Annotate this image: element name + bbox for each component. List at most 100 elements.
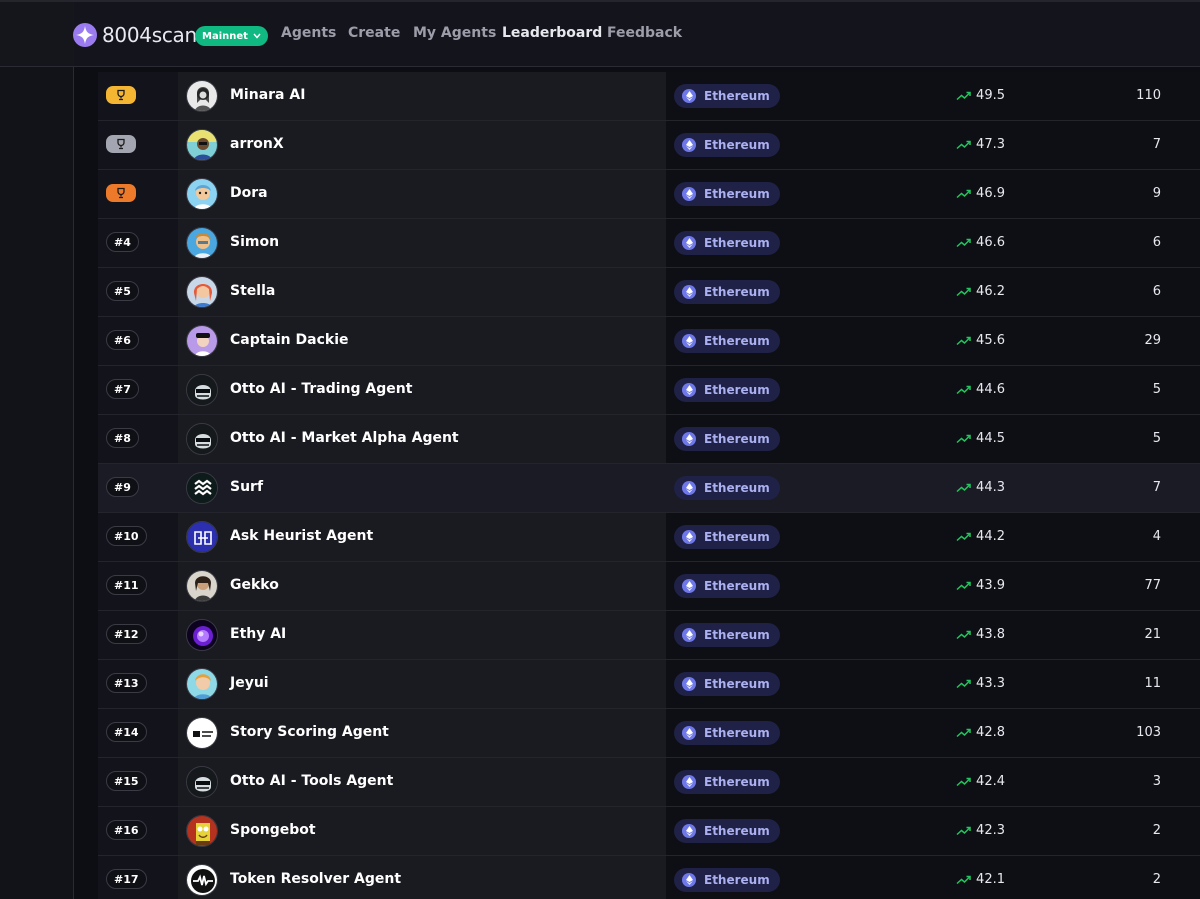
agent-name[interactable]: Otto AI - Trading Agent — [230, 381, 412, 397]
score-text: 49.5 — [976, 88, 1005, 103]
table-row[interactable]: #17 Token Resolver Agent Ethereum 42.1 2 — [98, 856, 1200, 899]
chain-label: Ethereum — [704, 775, 770, 789]
table-row[interactable]: #15 Otto AI - Tools Agent Ethereum 42.4 3 — [98, 758, 1200, 807]
agent-name[interactable]: Stella — [230, 283, 275, 299]
rank-cell: #10 — [98, 513, 178, 561]
agent-name[interactable]: Gekko — [230, 577, 279, 593]
agent-cell[interactable]: Otto AI - Market Alpha Agent — [178, 415, 666, 463]
agent-cell[interactable]: Otto AI - Trading Agent — [178, 366, 666, 414]
agent-name[interactable]: Minara AI — [230, 87, 305, 103]
leaderboard-page: 8004scan Mainnet Agents Create My Agents… — [0, 0, 1200, 899]
agent-name[interactable]: Simon — [230, 234, 279, 250]
agent-avatar — [186, 668, 218, 700]
agent-name[interactable]: Ethy AI — [230, 626, 286, 642]
nav-leaderboard[interactable]: Leaderboard — [502, 25, 602, 41]
table-row[interactable]: #4 Simon Ethereum 46.6 6 — [98, 219, 1200, 268]
agent-cell[interactable]: Simon — [178, 219, 666, 267]
agent-cell[interactable]: Story Scoring Agent — [178, 709, 666, 757]
agent-name[interactable]: Token Resolver Agent — [230, 871, 401, 887]
agent-name[interactable]: Jeyui — [230, 675, 269, 691]
chain-label: Ethereum — [704, 677, 770, 691]
chain-label: Ethereum — [704, 824, 770, 838]
agent-cell[interactable]: Stella — [178, 268, 666, 316]
rank-badge: #10 — [106, 526, 147, 546]
nav-my-agents[interactable]: My Agents — [413, 25, 496, 41]
agent-name[interactable]: Story Scoring Agent — [230, 724, 389, 740]
table-row[interactable]: #10 Ask Heurist Agent Ethereum 44.2 4 — [98, 513, 1200, 562]
rank-badge: #16 — [106, 820, 147, 840]
agent-cell[interactable]: Token Resolver Agent — [178, 856, 666, 899]
chain-label: Ethereum — [704, 383, 770, 397]
score-text: 44.6 — [976, 382, 1005, 397]
trend-up-icon — [956, 728, 971, 737]
network-selector[interactable]: Mainnet — [195, 26, 268, 46]
metrics-cell: Ethereum 46.6 6 — [666, 219, 1200, 267]
chain-badge: Ethereum — [674, 84, 780, 108]
rank-badge: #9 — [106, 477, 139, 497]
agent-name[interactable]: arronX — [230, 136, 284, 152]
brand-link[interactable]: 8004scan — [72, 21, 197, 49]
agent-cell[interactable]: Otto AI - Tools Agent — [178, 758, 666, 806]
agent-cell[interactable]: Ethy AI — [178, 611, 666, 659]
trend-up-icon — [956, 826, 971, 835]
table-row[interactable]: #16 Spongebot Ethereum 42.3 2 — [98, 807, 1200, 856]
agent-name[interactable]: Spongebot — [230, 822, 316, 838]
rank-badge: #13 — [106, 673, 147, 693]
table-row[interactable]: #12 Ethy AI Ethereum 43.8 21 — [98, 611, 1200, 660]
agent-name[interactable]: Otto AI - Market Alpha Agent — [230, 430, 459, 446]
agent-avatar — [186, 129, 218, 161]
rank-cell: #5 — [98, 268, 178, 316]
agent-cell[interactable]: Gekko — [178, 562, 666, 610]
ethereum-icon — [682, 628, 696, 642]
feedback-count: 3 — [1152, 774, 1161, 789]
ethereum-icon — [682, 285, 696, 299]
feedback-count: 2 — [1152, 872, 1161, 887]
table-row[interactable]: #7 Otto AI - Trading Agent Ethereum 44.6 5 — [98, 366, 1200, 415]
chain-badge: Ethereum — [674, 672, 780, 696]
nav-agents[interactable]: Agents — [281, 25, 336, 41]
table-row[interactable]: #14 Story Scoring Agent Ethereum 42.8 103 — [98, 709, 1200, 758]
score-text: 44.2 — [976, 529, 1005, 544]
table-row[interactable]: #9 Surf Ethereum 44.3 7 — [98, 464, 1200, 513]
agent-cell[interactable]: Captain Dackie — [178, 317, 666, 365]
table-row[interactable]: #8 Otto AI - Market Alpha Agent Ethereum 44… — [98, 415, 1200, 464]
agent-cell[interactable]: arronX — [178, 121, 666, 169]
rank-badge: #15 — [106, 771, 147, 791]
rank-badge: #5 — [106, 281, 139, 301]
agent-cell[interactable]: Minara AI — [178, 72, 666, 120]
nav-create[interactable]: Create — [348, 25, 400, 41]
table-row[interactable]: #5 Stella Ethereum 46.2 6 — [98, 268, 1200, 317]
agent-cell[interactable]: Surf — [178, 464, 666, 512]
table-row[interactable]: Dora Ethereum 46.9 9 — [98, 170, 1200, 219]
score-text: 42.8 — [976, 725, 1005, 740]
ethereum-icon — [682, 383, 696, 397]
ethereum-icon — [682, 677, 696, 691]
chain-label: Ethereum — [704, 285, 770, 299]
agent-name[interactable]: Captain Dackie — [230, 332, 349, 348]
agent-name[interactable]: Dora — [230, 185, 268, 201]
table-row[interactable]: arronX Ethereum 47.3 7 — [98, 121, 1200, 170]
agent-cell[interactable]: Jeyui — [178, 660, 666, 708]
metrics-cell: Ethereum 44.5 5 — [666, 415, 1200, 463]
rank-cell: #16 — [98, 807, 178, 855]
score-value: 42.8 — [956, 725, 1005, 740]
table-row[interactable]: Minara AI Ethereum 49.5 110 — [98, 72, 1200, 121]
table-row[interactable]: #13 Jeyui Ethereum 43.3 11 — [98, 660, 1200, 709]
agent-name[interactable]: Ask Heurist Agent — [230, 528, 373, 544]
ethereum-icon — [682, 530, 696, 544]
table-row[interactable]: #11 Gekko Ethereum 43.9 77 — [98, 562, 1200, 611]
chevron-down-icon — [253, 33, 261, 39]
table-row[interactable]: #6 Captain Dackie Ethereum 45.6 29 — [98, 317, 1200, 366]
rank-cell — [98, 170, 178, 218]
agent-name[interactable]: Surf — [230, 479, 263, 495]
agent-cell[interactable]: Ask Heurist Agent — [178, 513, 666, 561]
agent-cell[interactable]: Dora — [178, 170, 666, 218]
agent-cell[interactable]: Spongebot — [178, 807, 666, 855]
nav-feedback[interactable]: Feedback — [607, 25, 682, 41]
score-text: 43.8 — [976, 627, 1005, 642]
metrics-cell: Ethereum 42.8 103 — [666, 709, 1200, 757]
agent-name[interactable]: Otto AI - Tools Agent — [230, 773, 393, 789]
ethereum-icon — [682, 236, 696, 250]
score-value: 46.6 — [956, 235, 1005, 250]
chain-badge: Ethereum — [674, 819, 780, 843]
